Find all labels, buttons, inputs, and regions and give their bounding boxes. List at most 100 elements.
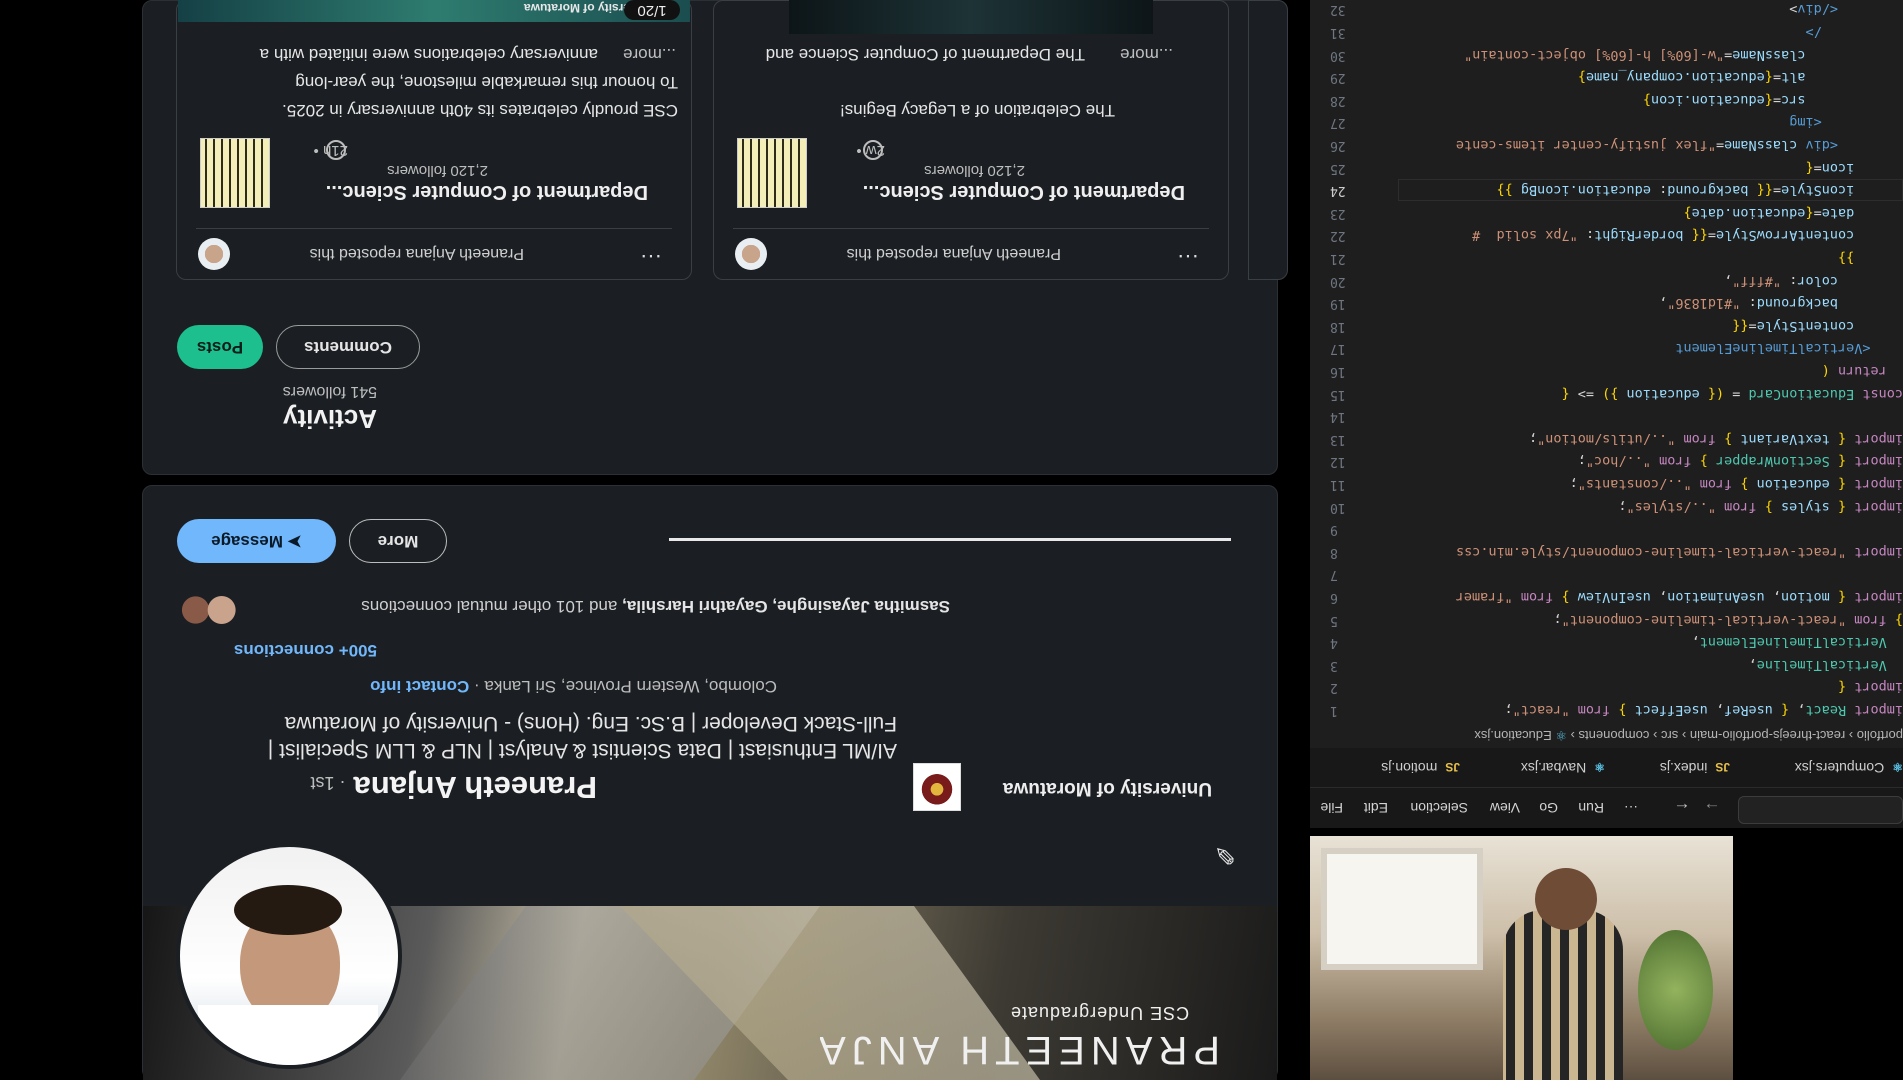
message-button[interactable]: ➤ Message <box>177 519 336 563</box>
menu-item-edit[interactable]: Edit <box>1352 797 1388 819</box>
menu-item-go[interactable]: Go <box>1528 797 1558 819</box>
code-line[interactable]: VerticalTimeline, VerticalTimeline, <box>1398 655 1903 675</box>
code-line[interactable] <box>1398 519 1903 539</box>
chevron-right-icon: › <box>1845 728 1857 743</box>
breadcrumb-item[interactable]: Education.jsx <box>1474 728 1551 743</box>
location: Colombo, Western Province, Sri Lanka · <box>474 677 777 696</box>
code-line[interactable]: icon={ icon={ <box>1398 158 1903 178</box>
chevron-right-icon: › <box>1649 728 1661 743</box>
more-options-icon[interactable]: ··· <box>1173 240 1203 270</box>
code-line[interactable]: import { motion, useAnimation, useInView… <box>1398 587 1903 607</box>
code-line[interactable]: import { SectionWrapper } from "../hoc";… <box>1398 451 1903 471</box>
post-text-line: To honour this remarkable milestone, the… <box>295 73 678 92</box>
breadcrumb-item[interactable]: portfolio <box>1857 728 1903 743</box>
code-line[interactable]: }} }} <box>1398 248 1903 268</box>
code-line[interactable]: src={education.icon} src={education.icon… <box>1398 90 1903 110</box>
headline-line: Full-Stack Developer | B.Sc. Eng. (Hons)… <box>284 712 897 735</box>
tab-computersjsx[interactable]: ⚛ Computers.jsx <box>1740 752 1903 784</box>
avatar[interactable] <box>176 843 402 1069</box>
code-line[interactable]: /> /> <box>1398 22 1903 42</box>
org-logo[interactable] <box>737 138 807 208</box>
menu-item-view[interactable]: View <box>1480 797 1520 819</box>
tab-comments[interactable]: Comments <box>276 325 420 369</box>
nav-forward-icon[interactable]: → <box>1700 796 1724 820</box>
nav-back-icon[interactable]: ← <box>1670 796 1694 820</box>
code-line[interactable]: <div className="flex justify-center item… <box>1398 135 1903 155</box>
university-logo-icon[interactable] <box>913 763 961 811</box>
code-line[interactable] <box>1398 406 1903 426</box>
avatar[interactable] <box>198 238 230 270</box>
menu-item-file[interactable]: File <box>1313 797 1343 819</box>
code-line[interactable]: contentStyle={{ contentStyle={{ <box>1398 316 1903 336</box>
code-line[interactable]: import "react-vertical-timeline-componen… <box>1398 542 1903 562</box>
mutual-avatars[interactable] <box>177 590 239 630</box>
line-number: 18 <box>1330 318 1346 334</box>
line-number: 6 <box>1330 590 1338 605</box>
code-line[interactable]: return ( return ( <box>1398 361 1903 381</box>
line-number: 9 <box>1330 522 1338 538</box>
line-number: 30 <box>1330 47 1346 63</box>
command-center-input[interactable] <box>1738 796 1903 824</box>
code-line[interactable]: alt={education.company_name} alt={educat… <box>1398 67 1903 87</box>
send-icon: ➤ <box>282 532 302 551</box>
menu-item-selection[interactable]: Selection <box>1398 797 1468 819</box>
avatar[interactable] <box>735 238 767 270</box>
breadcrumb-item[interactable]: react-threejs-portfolio-main <box>1690 728 1845 743</box>
code-line[interactable]: className="w-[60%] h-[60%] object-contai… <box>1398 45 1903 65</box>
org-name: Department of Computer Scienc... <box>862 181 1185 203</box>
org-followers: 2,120 followers <box>387 162 488 179</box>
code-line[interactable]: contentArrowStyle={{ borderRight: "7px s… <box>1398 225 1903 245</box>
headline-line: AI/ML Enthusiast | Data Scientist & Anal… <box>267 739 897 762</box>
post-image[interactable] <box>789 0 1153 34</box>
line-number: 11 <box>1330 477 1346 492</box>
tab-navbarjsx[interactable]: ⚛ Navbar.jsx <box>1475 752 1605 784</box>
tab-motionjs[interactable]: JS motion.js <box>1320 752 1460 784</box>
tab-posts[interactable]: Posts <box>177 325 263 369</box>
org-logo[interactable] <box>200 138 270 208</box>
code-line[interactable]: import { styles } from "../styles";impor… <box>1398 497 1903 517</box>
code-line[interactable]: date={education.date} date={education.da… <box>1398 203 1903 223</box>
divider <box>733 228 1209 229</box>
activity-followers: 541 followers <box>282 383 377 400</box>
breadcrumb-item[interactable]: components <box>1579 728 1650 743</box>
more-options-icon[interactable]: ··· <box>636 240 666 270</box>
code-line[interactable]: <img <img <box>1398 112 1903 132</box>
post-card[interactable] <box>1248 0 1288 280</box>
code-line[interactable]: const EducationCard = ({ education }) =>… <box>1398 384 1903 404</box>
code-line[interactable]: background: "#1d1836", background: "#1d1… <box>1398 293 1903 313</box>
menu-item-run[interactable]: Run <box>1568 797 1604 819</box>
code-line[interactable]: import { textVariant } from "../utils/mo… <box>1398 429 1903 449</box>
code-line[interactable]: </div> </div> <box>1398 0 1903 19</box>
more-button[interactable]: More <box>349 519 447 563</box>
line-number: 3 <box>1330 657 1338 673</box>
org-name: Department of Computer Scienc... <box>325 181 648 203</box>
code-line[interactable]: } from "react-vertical-timeline-componen… <box>1398 610 1903 630</box>
tab-indexjs[interactable]: JS index.js <box>1615 752 1730 784</box>
code-line[interactable]: import React, { useRef, useEffect } from… <box>1398 700 1903 720</box>
line-number: 20 <box>1330 273 1346 289</box>
code-line[interactable]: import { education } from "../constants"… <box>1398 474 1903 494</box>
line-number: 31 <box>1330 25 1346 40</box>
code-line[interactable]: color: "#fff", color: "#fff", <box>1398 271 1903 291</box>
tab-label: Navbar.jsx <box>1520 760 1587 776</box>
message-label: Message <box>211 532 283 551</box>
code-line[interactable] <box>1398 564 1903 584</box>
line-number: 7 <box>1330 567 1338 583</box>
line-number: 28 <box>1330 92 1346 108</box>
line-number: 25 <box>1330 160 1346 176</box>
line-number: 24 <box>1330 183 1346 199</box>
mutual-connections[interactable]: Sasmitha Jayasinghe, Gayathri Harshila, … <box>250 592 950 620</box>
code-line[interactable]: VerticalTimelineElement, VerticalTimelin… <box>1398 632 1903 652</box>
breadcrumb-item[interactable]: src <box>1661 728 1678 743</box>
menu-item-[interactable]: ··· <box>1614 797 1638 819</box>
code-line[interactable]: <VerticalTimelineElement <VerticalTimeli… <box>1398 338 1903 358</box>
line-number: 26 <box>1330 138 1346 153</box>
edit-profile-icon[interactable]: ✎ <box>1208 838 1242 872</box>
reposted-label: Praneeth Anjana reposted this <box>846 245 1061 262</box>
connection-degree: · 1st <box>310 773 346 793</box>
contact-info-link[interactable]: Contact info <box>370 677 469 696</box>
line-number: 5 <box>1330 612 1338 628</box>
tab-label: index.js <box>1659 760 1708 776</box>
code-line[interactable]: import {import { <box>1398 677 1903 697</box>
react-file-icon: ⚛ <box>1892 760 1903 774</box>
